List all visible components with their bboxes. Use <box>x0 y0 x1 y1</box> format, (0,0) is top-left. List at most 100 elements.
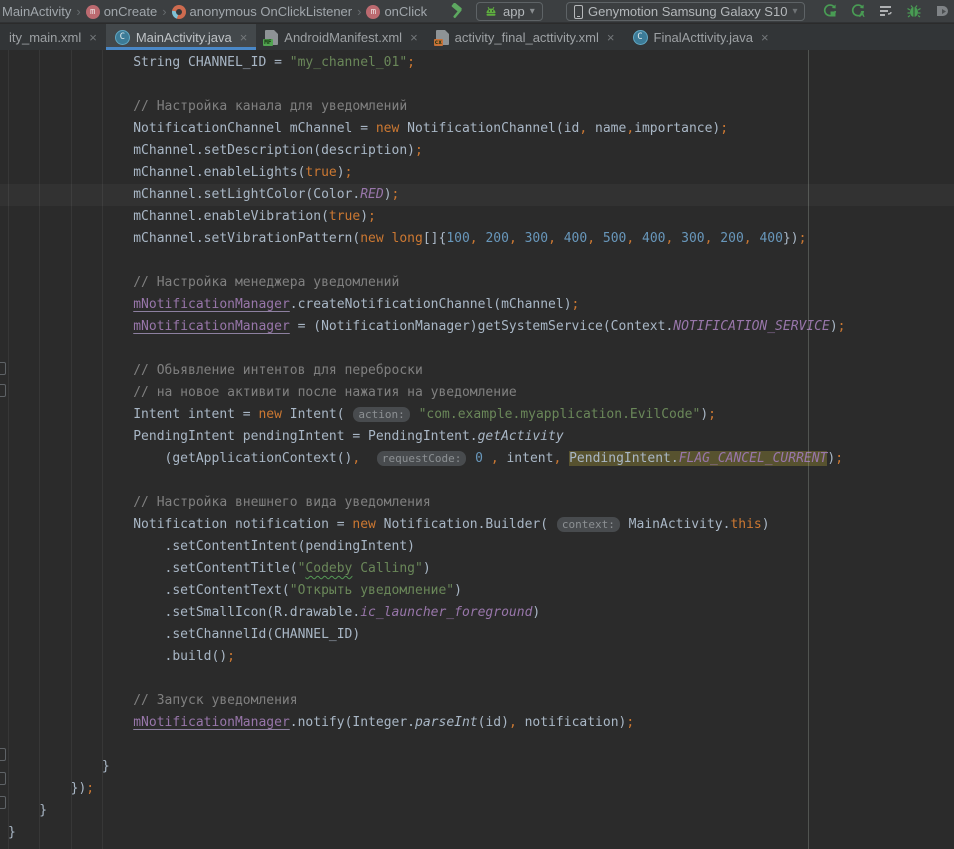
code-token: .setContentIntent(pendingIntent) <box>8 539 415 554</box>
chevron-down-icon: ▾ <box>530 6 535 17</box>
code-token: , <box>666 231 682 246</box>
attach-debugger-icon <box>934 3 950 19</box>
hammer-icon <box>449 3 466 20</box>
apply-code-changes-button[interactable]: A <box>850 3 866 19</box>
code-token: ) <box>532 605 540 620</box>
code-token: , <box>626 121 634 136</box>
ide-window: MainActivity›monCreate›anonymous OnClick… <box>0 0 954 849</box>
breadcrumb-item-oncreate[interactable]: monCreate <box>86 4 157 19</box>
tab-activity-final-acttivity-xml[interactable]: cxactivity_final_acttivity.xml× <box>427 24 624 50</box>
code-token <box>384 231 392 246</box>
code-token: ; <box>720 121 728 136</box>
code-editor[interactable]: String CHANNEL_ID = "my_channel_01"; // … <box>0 50 954 849</box>
file-type-badge: MF <box>263 39 272 46</box>
code-token: 0 <box>475 451 483 466</box>
code-token: ) <box>384 187 392 202</box>
breadcrumb-item-mainactivity[interactable]: MainActivity <box>2 4 71 19</box>
code-token: } <box>8 825 16 840</box>
code-token: Codeby <box>305 561 352 576</box>
build-project-button[interactable] <box>449 3 466 20</box>
fold-marker-icon[interactable] <box>0 772 6 785</box>
code-token: "my_channel_01" <box>290 55 407 70</box>
code-token: (getApplicationContext() <box>8 451 352 466</box>
tab-close-icon[interactable]: × <box>240 30 248 45</box>
tab-label: FinalActtivity.java <box>654 30 753 45</box>
debug-button[interactable] <box>906 3 922 19</box>
code-token: ; <box>838 319 846 334</box>
breadcrumb-item-anonymous-onclicklistener[interactable]: anonymous OnClickListener <box>172 4 353 19</box>
code-token: , <box>491 451 499 466</box>
code-token: ) <box>830 319 838 334</box>
code-token: 200 <box>720 231 743 246</box>
code-token: this <box>730 517 761 532</box>
code-token: Intent intent = <box>8 407 258 422</box>
code-token: }) <box>8 781 86 796</box>
code-token: 500 <box>603 231 626 246</box>
code-token: getActivity <box>478 429 564 444</box>
code-token: ; <box>86 781 94 796</box>
tab-close-icon[interactable]: × <box>410 30 418 45</box>
apply-changes-restart-icon <box>822 3 838 19</box>
code-token: , <box>509 715 517 730</box>
tab-close-icon[interactable]: × <box>89 30 97 45</box>
profiler-icon <box>878 3 894 19</box>
code-token: FLAG_CANCEL_CURRENT <box>679 451 828 466</box>
tab-close-icon[interactable]: × <box>761 30 769 45</box>
code-token: ; <box>345 165 353 180</box>
code-line: }); <box>8 778 954 800</box>
code-token: ; <box>799 231 807 246</box>
fold-marker-icon[interactable] <box>0 748 6 761</box>
java-class-icon: C <box>633 30 648 45</box>
navigation-bar: MainActivity›monCreate›anonymous OnClick… <box>0 0 954 23</box>
code-token: ) <box>762 517 770 532</box>
parameter-hint: requestCode: <box>377 451 466 466</box>
tab-androidmanifest-xml[interactable]: MF AndroidManifest.xml × <box>256 24 426 50</box>
code-token: , <box>587 231 603 246</box>
code-token: }) <box>783 231 799 246</box>
code-token: // Запуск уведомления <box>8 693 298 708</box>
code-token: 400 <box>564 231 587 246</box>
editor-tab-bar: ity_main.xml×CMainActivity.java× MF Androi… <box>0 24 954 50</box>
code-token: // Настройка менеджера уведомлений <box>8 275 399 290</box>
apply-changes-restart-button[interactable] <box>822 3 838 19</box>
device-select[interactable]: Genymotion Samsung Galaxy S10 ▾ <box>566 2 805 21</box>
fold-marker-icon[interactable] <box>0 796 6 809</box>
breadcrumb-item-onclick[interactable]: monClick <box>366 4 427 19</box>
code-token: ; <box>708 407 716 422</box>
code-line: .setContentText("Открыть уведомление") <box>8 580 954 602</box>
code-token: // Обьявление интентов для переброски <box>8 363 423 378</box>
code-token <box>411 407 419 422</box>
tab-label: AndroidManifest.xml <box>284 30 402 45</box>
code-token: importance) <box>634 121 720 136</box>
code-line <box>8 734 954 756</box>
java-class-icon: C <box>115 30 130 45</box>
code-token: 100 <box>446 231 469 246</box>
run-configuration-select[interactable]: app ▾ <box>476 2 543 21</box>
code-token: true <box>329 209 360 224</box>
profiler-button[interactable] <box>878 3 894 19</box>
code-line: mNotificationManager.notify(Integer.pars… <box>8 712 954 734</box>
code-token: mChannel.setDescription(description) <box>8 143 415 158</box>
code-token <box>561 451 569 466</box>
code-token: new <box>352 517 375 532</box>
breadcrumb-label: anonymous OnClickListener <box>190 4 353 19</box>
code-token: ; <box>572 297 580 312</box>
tab-finalacttivity-java[interactable]: C FinalActtivity.java × <box>624 24 778 50</box>
tab-close-icon[interactable]: × <box>607 30 615 45</box>
fold-marker-icon[interactable] <box>0 384 6 397</box>
code-token: notification) <box>517 715 627 730</box>
code-token <box>483 451 491 466</box>
tab-ity-main-xml[interactable]: ity_main.xml× <box>0 24 106 50</box>
code-line: mChannel.setVibrationPattern(new long[]{… <box>8 228 954 250</box>
attach-debugger-button[interactable] <box>934 3 950 19</box>
code-line: .setChannelId(CHANNEL_ID) <box>8 624 954 646</box>
code-token <box>8 715 133 730</box>
fold-marker-icon[interactable] <box>0 362 6 375</box>
breadcrumb: MainActivity›monCreate›anonymous OnClick… <box>2 0 427 23</box>
code-token <box>467 451 475 466</box>
tab-mainactivity-java[interactable]: CMainActivity.java× <box>106 24 256 50</box>
code-token: .build() <box>8 649 227 664</box>
code-token <box>8 297 133 312</box>
code-line: String CHANNEL_ID = "my_channel_01"; <box>8 52 954 74</box>
code-line: mChannel.enableLights(true); <box>8 162 954 184</box>
